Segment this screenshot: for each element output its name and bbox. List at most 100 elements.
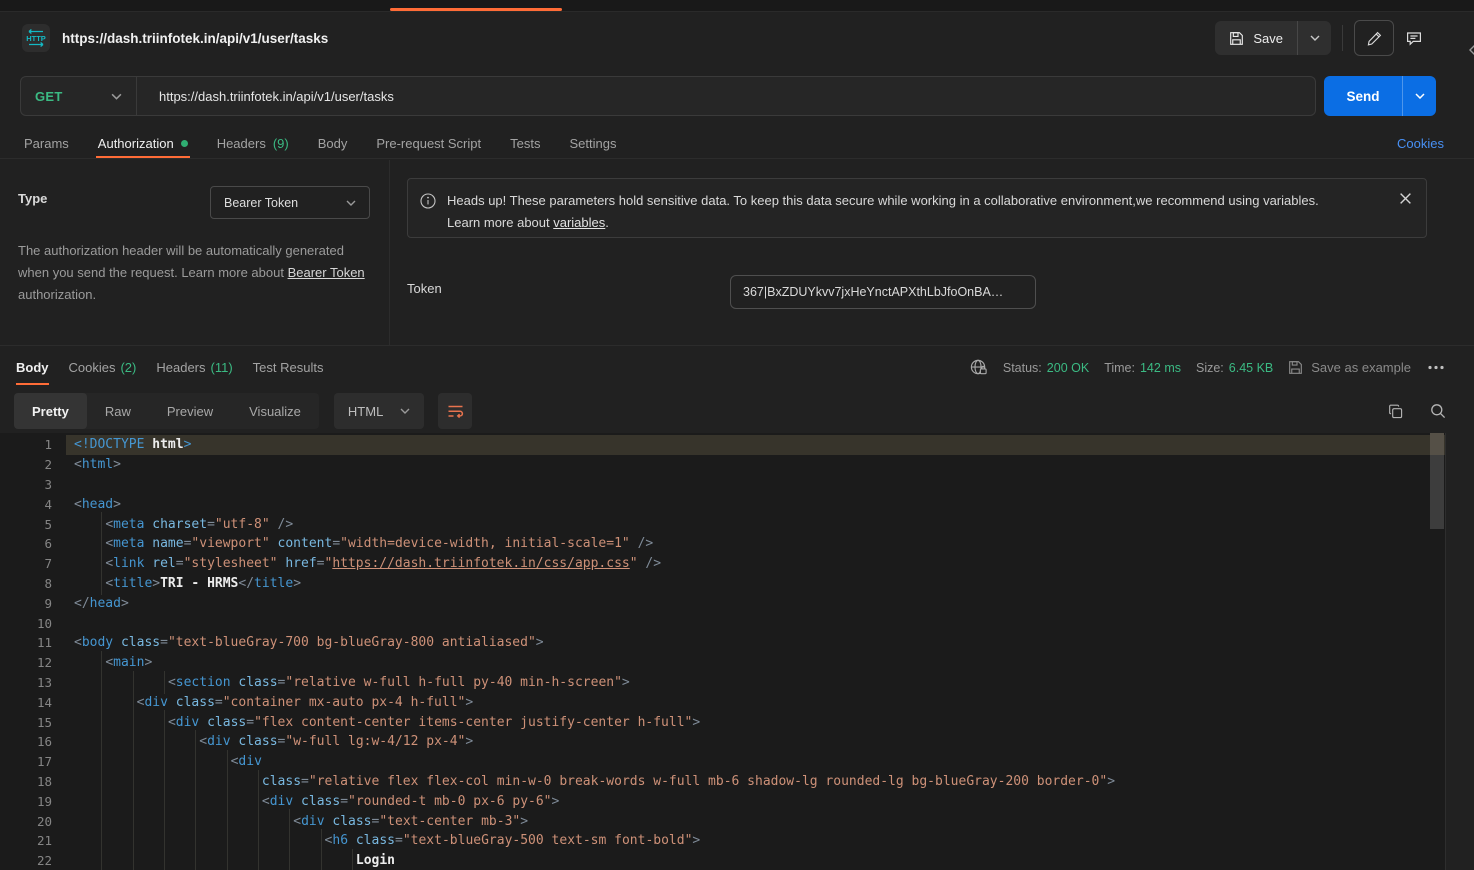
- size-indicator: Size:6.45 KB: [1196, 361, 1273, 375]
- save-options-caret[interactable]: [1298, 21, 1331, 55]
- tab-headers[interactable]: Headers(9): [217, 128, 289, 158]
- cookies-link[interactable]: Cookies: [1397, 136, 1444, 151]
- tab-body[interactable]: Body: [318, 128, 348, 158]
- code-line: 18class="relative flex flex-col min-w-0 …: [0, 772, 1445, 792]
- response-viewer-toolbar: PrettyRawPreviewVisualize HTML: [14, 393, 1446, 429]
- size-value: 6.45 KB: [1229, 361, 1273, 375]
- line-content: <div class="text-center mb-3">: [74, 811, 528, 831]
- method-select[interactable]: GET: [21, 89, 136, 104]
- chevron-down-icon: [346, 200, 356, 206]
- tab-label: Authorization: [98, 136, 174, 151]
- collapse-panel-icon[interactable]: [1466, 43, 1474, 57]
- globe-lock-icon[interactable]: [969, 358, 988, 377]
- tab-label: Settings: [569, 136, 616, 151]
- code-line: 22Login: [0, 851, 1445, 870]
- line-number: 20: [0, 814, 52, 829]
- request-builder: GET https://dash.triinfotek.in/api/v1/us…: [20, 76, 1436, 116]
- copy-icon[interactable]: [1388, 404, 1403, 419]
- code-line: 8<title>TRI - HRMS</title>: [0, 574, 1445, 594]
- active-tab-indicator: [390, 8, 562, 11]
- response-tab-body[interactable]: Body: [16, 346, 49, 389]
- more-options-icon[interactable]: [1426, 361, 1446, 374]
- header-divider: [1342, 25, 1343, 51]
- workspace-tab-strip: [0, 0, 1474, 12]
- line-content: <!DOCTYPE html>: [74, 435, 191, 455]
- save-as-example-button[interactable]: Save as example: [1288, 360, 1411, 375]
- token-label: Token: [407, 281, 442, 296]
- line-content: <section class="relative w-full h-full p…: [74, 673, 630, 693]
- language-select[interactable]: HTML: [334, 393, 424, 429]
- variables-link[interactable]: variables: [553, 215, 605, 230]
- response-tab-headers[interactable]: Headers(11): [156, 346, 232, 389]
- status-indicator: Status:200 OK: [1003, 361, 1089, 375]
- line-number: 15: [0, 715, 52, 730]
- request-header: HTTP https://dash.triinfotek.in/api/v1/u…: [0, 13, 1474, 63]
- mode-visualize[interactable]: Visualize: [231, 393, 319, 429]
- wrap-text-button[interactable]: [438, 393, 472, 429]
- line-content: <meta name="viewport" content="width=dev…: [74, 534, 653, 554]
- auth-fields-column: Heads up! These parameters hold sensitiv…: [391, 160, 1474, 345]
- mode-preview[interactable]: Preview: [149, 393, 231, 429]
- auth-description: The authorization header will be automat…: [18, 240, 370, 306]
- banner-text: Heads up! These parameters hold sensitiv…: [447, 190, 1319, 226]
- tab-label: Cookies: [69, 360, 116, 375]
- time-value: 142 ms: [1140, 361, 1181, 375]
- line-number: 22: [0, 853, 52, 868]
- response-meta: Status:200 OK Time:142 ms Size:6.45 KB S…: [969, 346, 1446, 389]
- response-tab-cookies[interactable]: Cookies(2): [69, 346, 137, 389]
- response-tabs: Body Cookies(2) Headers(11) Test Results: [16, 346, 323, 389]
- line-number: 16: [0, 734, 52, 749]
- send-options-caret[interactable]: [1403, 76, 1436, 116]
- app-root: HTTP https://dash.triinfotek.in/api/v1/u…: [0, 0, 1474, 870]
- tab-label: Body: [16, 360, 49, 375]
- save-button[interactable]: Save: [1215, 21, 1298, 55]
- line-content: <h6 class="text-blueGray-500 text-sm fon…: [74, 831, 700, 851]
- request-tabs: Params Authorization Headers(9) Body Pre-req…: [24, 128, 616, 158]
- url-input[interactable]: https://dash.triinfotek.in/api/v1/user/t…: [137, 89, 394, 104]
- status-value: 200 OK: [1047, 361, 1089, 375]
- code-line: 9</head>: [0, 593, 1445, 613]
- line-number: 1: [0, 437, 52, 452]
- request-tabs-row: Params Authorization Headers(9) Body Pre-req…: [0, 128, 1474, 159]
- tab-label: Headers: [156, 360, 205, 375]
- time-indicator: Time:142 ms: [1104, 361, 1181, 375]
- line-number: 7: [0, 556, 52, 571]
- line-number: 11: [0, 635, 52, 650]
- code-line: 4<head>: [0, 494, 1445, 514]
- scrollbar-track[interactable]: [1430, 433, 1444, 870]
- search-icon[interactable]: [1430, 403, 1446, 419]
- tab-params[interactable]: Params: [24, 128, 69, 158]
- mode-raw[interactable]: Raw: [87, 393, 149, 429]
- line-number: 4: [0, 497, 52, 512]
- response-tab-test-results[interactable]: Test Results: [253, 346, 324, 389]
- svg-text:HTTP: HTTP: [26, 34, 46, 43]
- tab-pre-request-script[interactable]: Pre-request Script: [376, 128, 481, 158]
- code-line: 21<h6 class="text-blueGray-500 text-sm f…: [0, 831, 1445, 851]
- mode-pretty[interactable]: Pretty: [14, 393, 87, 429]
- code-line: 20 <div class="text-center mb-3">: [0, 811, 1445, 831]
- tab-authorization[interactable]: Authorization: [98, 128, 188, 158]
- code-line: 2<html>: [0, 455, 1445, 475]
- send-button[interactable]: Send: [1324, 76, 1403, 116]
- code-line: 6<meta name="viewport" content="width=de…: [0, 534, 1445, 554]
- line-content: <div class="flex content-center items-ce…: [74, 712, 700, 732]
- chevron-down-icon: [1415, 93, 1425, 99]
- tab-settings[interactable]: Settings: [569, 128, 616, 158]
- chevron-down-icon: [1310, 35, 1320, 41]
- token-input[interactable]: 367|BxZDUYkvv7jxHeYnctAPXthLbJfoOnBA…: [730, 275, 1036, 309]
- tab-label: Headers: [217, 136, 266, 151]
- send-button-group: Send: [1324, 76, 1436, 116]
- tab-label: Body: [318, 136, 348, 151]
- save-button-label: Save: [1253, 31, 1283, 46]
- auth-type-select[interactable]: Bearer Token: [210, 186, 370, 219]
- line-number: 5: [0, 517, 52, 532]
- line-number: 10: [0, 616, 52, 631]
- close-icon[interactable]: [1399, 192, 1412, 205]
- info-icon: [420, 193, 436, 226]
- tab-tests[interactable]: Tests: [510, 128, 540, 158]
- code-line: 13<section class="relative w-full h-full…: [0, 673, 1445, 693]
- comment-button[interactable]: [1394, 20, 1434, 56]
- edit-button[interactable]: [1354, 20, 1394, 56]
- bearer-token-link[interactable]: Bearer Token: [288, 265, 365, 280]
- scrollbar-thumb[interactable]: [1430, 433, 1444, 529]
